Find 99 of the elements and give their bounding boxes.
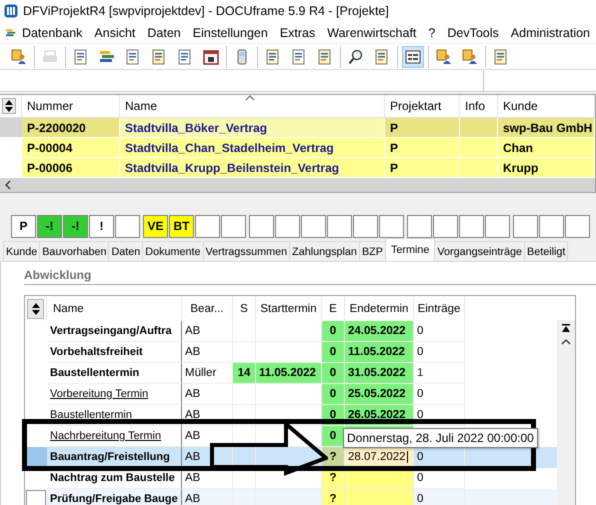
- sort-caret-icon: [245, 95, 255, 101]
- table-cell: 0: [414, 321, 465, 342]
- task-link[interactable]: Vorbereitung Termin: [47, 384, 182, 405]
- status-box: BT: [169, 214, 194, 238]
- column-header[interactable]: Kunde: [498, 95, 595, 117]
- sort-icon[interactable]: [2, 98, 16, 114]
- task-name: Vorbehaltsfreiheit: [47, 342, 182, 363]
- document-icon: [177, 48, 193, 64]
- table-cell: 0: [414, 405, 465, 426]
- table-cell: [233, 384, 256, 405]
- printer-icon: [42, 48, 58, 64]
- table-cell: [460, 118, 498, 138]
- table-cell: 25.05.2022: [345, 384, 414, 405]
- column-header[interactable]: Nummer: [22, 95, 120, 117]
- status-cell: 0: [322, 363, 345, 384]
- status-box: P: [11, 214, 36, 238]
- table-cell: [345, 489, 414, 505]
- table-cell: 1: [414, 363, 465, 384]
- task-name: Vertragseingang/Auftra: [47, 321, 182, 342]
- task-name: Prüfung/Freigabe Bauge: [47, 489, 182, 505]
- table-cell: P-00006: [22, 158, 120, 178]
- table-cell: 14: [233, 363, 256, 384]
- tab[interactable]: Kunde: [3, 241, 40, 261]
- window-title: DFViProjektR4 [swpviprojektdev] - DOCUframe 5.9 R4 - [Projekte]: [23, 4, 389, 18]
- table-cell: Stadtvilla_Böker_Vertrag: [120, 118, 385, 138]
- table-cell: Stadtvilla_Krupp_Beilenstein_Vertrag: [120, 158, 385, 178]
- table-cell: [460, 158, 498, 178]
- table-cell: swp-Bau GmbH: [498, 118, 595, 138]
- filter-field[interactable]: [0, 70, 484, 91]
- table-cell: Krupp: [498, 158, 595, 178]
- status-cell: 0: [322, 384, 345, 405]
- table-cell: P-00004: [22, 138, 120, 158]
- table-cell: AB: [182, 489, 233, 505]
- calendar-icon: [203, 48, 219, 64]
- task-name: Baustellentermin: [47, 405, 182, 426]
- table-cell: AB: [182, 405, 233, 426]
- status-cell: 0: [322, 321, 345, 342]
- table-cell: AB: [182, 342, 233, 363]
- menu-item[interactable]: Administration: [504, 26, 596, 40]
- table-cell: AB: [182, 447, 233, 468]
- menu-item[interactable]: Datenbank: [16, 26, 88, 40]
- table-cell: 0: [414, 384, 465, 405]
- sort-button[interactable]: [27, 298, 44, 318]
- status-cell: ?: [322, 489, 345, 505]
- toolbar-button[interactable]: [402, 46, 424, 68]
- column-header[interactable]: Info: [460, 95, 498, 117]
- task-name: Bauantrag/Freistellung: [47, 447, 182, 468]
- search-icon: [348, 48, 364, 64]
- task-name: Baustellentermin: [47, 363, 182, 384]
- scroll-up-icon[interactable]: [561, 339, 571, 345]
- menu-item[interactable]: DevTools: [441, 26, 505, 40]
- menu-item[interactable]: Warenwirtschaft: [321, 26, 422, 40]
- scroll-left-icon[interactable]: [4, 180, 12, 190]
- menu-item[interactable]: Ansicht: [88, 26, 142, 40]
- date-tooltip: Donnerstag, 28. Juli 2022 00:00:00: [343, 428, 538, 448]
- table-cell: [233, 405, 256, 426]
- table-cell: P: [385, 158, 460, 178]
- column-header[interactable]: Bear...: [182, 296, 233, 321]
- table-cell: 0: [414, 489, 465, 505]
- status-box: -!: [63, 214, 88, 238]
- table-cell: 0: [414, 342, 465, 363]
- table-cell: 24.05.2022: [345, 321, 414, 342]
- contact-card-icon: [11, 48, 27, 64]
- table-cell: 11.05.2022: [345, 342, 414, 363]
- list-icon: [99, 48, 115, 64]
- menu-item[interactable]: ?: [422, 26, 442, 40]
- status-cell: 0: [322, 342, 345, 363]
- scroll-top-icon[interactable]: [561, 324, 571, 333]
- table-cell: Chan: [498, 138, 595, 158]
- table-cell: 31.05.2022: [345, 363, 414, 384]
- table-cell: AB: [182, 384, 233, 405]
- table-cell: Stadtvilla_Chan_Stadelheim_Vertrag: [120, 138, 385, 158]
- status-cell: 0: [322, 426, 345, 447]
- table-cell: [460, 138, 498, 158]
- tab[interactable]: Beteiligt: [524, 241, 568, 261]
- form-icon: [405, 48, 421, 64]
- column-header[interactable]: Starttermin: [256, 296, 322, 321]
- app-icon: [4, 4, 18, 18]
- table-cell: AB: [182, 321, 233, 342]
- table-cell: P: [385, 138, 460, 158]
- column-header[interactable]: S: [233, 296, 256, 321]
- status-box: -!: [37, 214, 62, 238]
- row-marker[interactable]: [25, 489, 47, 505]
- tab[interactable]: Termine: [384, 238, 436, 261]
- column-header[interactable]: Name: [120, 95, 385, 117]
- menu-item[interactable]: Einstellungen: [186, 26, 274, 40]
- column-header[interactable]: Name: [47, 296, 182, 321]
- filter-field[interactable]: [484, 70, 596, 91]
- section-title: Abwicklung: [24, 268, 596, 285]
- sort-icon: [30, 302, 40, 316]
- status-box: !: [89, 214, 114, 238]
- menu-item[interactable]: Extras: [274, 26, 322, 40]
- column-header[interactable]: Projektart: [385, 95, 460, 117]
- table-cell: P-2200020: [22, 118, 120, 138]
- table-cell: 11.05.2022: [256, 363, 322, 384]
- column-header[interactable]: Einträge: [414, 296, 465, 321]
- table-cell: P: [385, 118, 460, 138]
- menu-item[interactable]: Daten: [141, 26, 187, 40]
- status-box: VE: [143, 214, 168, 238]
